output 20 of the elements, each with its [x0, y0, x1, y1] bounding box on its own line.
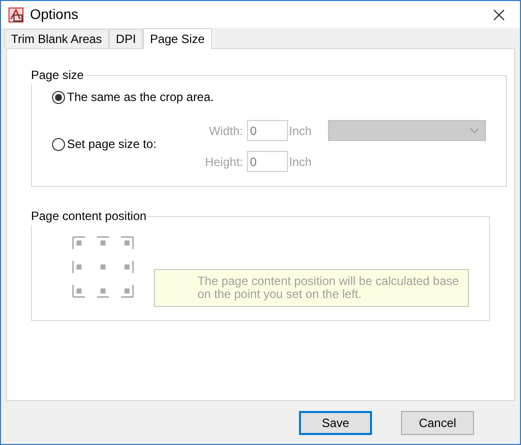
- window-title: Options: [30, 5, 78, 24]
- cancel-button[interactable]: Cancel: [401, 411, 474, 435]
- position-point-icon[interactable]: [72, 236, 86, 250]
- app-icon: [8, 6, 24, 22]
- position-point-icon[interactable]: [72, 284, 86, 298]
- field-label: Width:: [208, 122, 244, 140]
- tab[interactable]: Page Size: [142, 28, 212, 49]
- group-title: Page size: [30, 67, 85, 84]
- chevron-down-icon: [470, 128, 479, 133]
- group-title: Page content position: [30, 208, 148, 225]
- position-point-icon[interactable]: [120, 284, 134, 298]
- position-point-icon[interactable]: [120, 236, 134, 250]
- save-button[interactable]: Save: [299, 411, 372, 435]
- unit-label: Inch: [288, 122, 312, 140]
- close-icon[interactable]: [493, 8, 505, 20]
- field-label: Height:: [204, 154, 244, 170]
- unit-label: Inch: [288, 154, 312, 170]
- hint-text: The page content position will be calculated base on the point you set on the left.: [197, 275, 460, 301]
- tab[interactable]: Trim Blank Areas: [4, 29, 109, 48]
- tab[interactable]: DPI: [108, 29, 143, 48]
